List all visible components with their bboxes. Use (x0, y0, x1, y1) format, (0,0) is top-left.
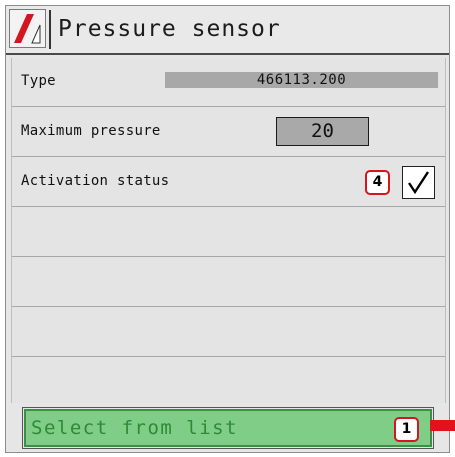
maximum-pressure-label: Maximum pressure (21, 123, 161, 139)
parameter-list: Type 466113.200 Maximum pressure 20 Acti… (11, 58, 446, 407)
empty-row (12, 258, 445, 307)
type-label: Type (21, 73, 56, 89)
callout-badge-1: 1 (394, 417, 419, 442)
row-activation-status[interactable]: Activation status 4 (12, 158, 445, 207)
checkmark-icon (408, 171, 430, 195)
select-from-list-button[interactable]: Select from list (22, 407, 434, 449)
bottom-bar: Select from list 1 (11, 404, 446, 450)
row-type: Type 466113.200 (12, 58, 445, 107)
type-value: 466113.200 (165, 72, 438, 88)
red-slash-logo-icon (9, 9, 46, 48)
empty-row (12, 208, 445, 257)
maximum-pressure-field[interactable]: 20 (276, 117, 369, 146)
title-bar: Pressure sensor (6, 6, 449, 53)
empty-row (12, 358, 445, 407)
activation-status-checkbox[interactable] (402, 166, 435, 199)
select-from-list-label: Select from list (31, 417, 239, 439)
pressure-sensor-screen: Pressure sensor Type 466113.200 Maximum … (5, 5, 450, 453)
callout-pointer-marker (430, 420, 455, 431)
empty-row (12, 308, 445, 357)
title-divider (6, 53, 449, 55)
callout-badge-4: 4 (365, 170, 390, 195)
row-maximum-pressure[interactable]: Maximum pressure 20 (12, 108, 445, 157)
page-title: Pressure sensor (58, 16, 281, 42)
activation-status-label: Activation status (21, 173, 170, 189)
title-separator (49, 10, 51, 49)
